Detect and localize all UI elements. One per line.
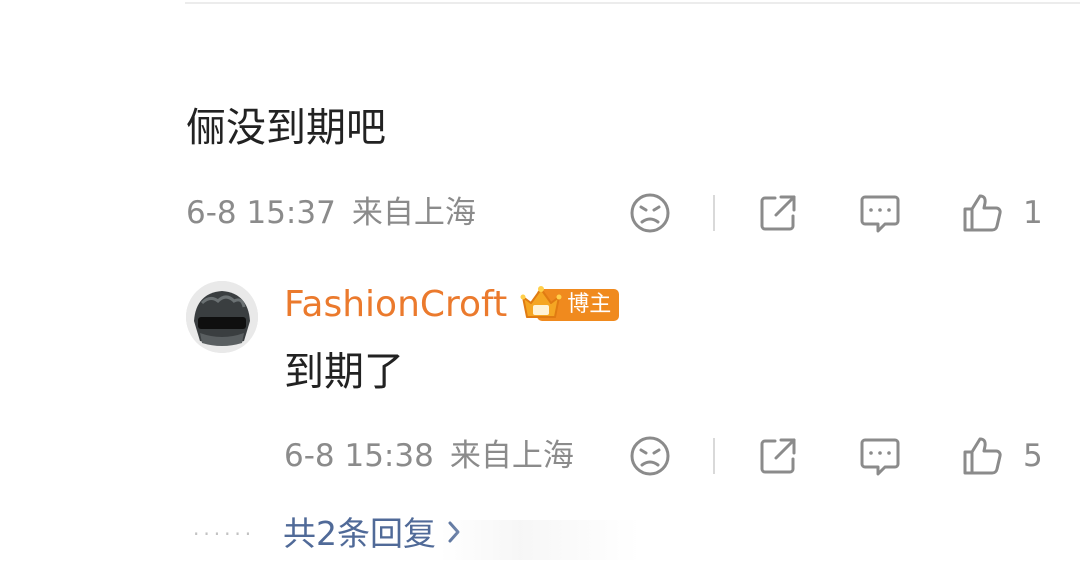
dots-divider: ······ (193, 522, 256, 546)
share-icon[interactable] (757, 192, 799, 234)
comment-text: 俪没到期吧 (186, 105, 386, 151)
reply-header: FashionCroft 博主 (284, 283, 620, 327)
more-replies-row[interactable]: ······ 共2条回复 (193, 512, 462, 556)
action-divider (713, 438, 715, 474)
dislike-face-icon[interactable] (629, 192, 671, 234)
avatar[interactable] (186, 281, 258, 353)
scroll-fade-overlay (440, 520, 640, 560)
thumbs-up-icon[interactable] (961, 192, 1003, 234)
blogger-badge: 博主 (519, 283, 620, 327)
dislike-face-icon[interactable] (629, 435, 671, 477)
reply-text: 到期了 (284, 349, 404, 395)
thumbs-up-icon[interactable] (961, 435, 1003, 477)
comment-icon[interactable] (859, 435, 901, 479)
reply-location: 来自上海 (449, 438, 574, 474)
share-icon[interactable] (757, 435, 799, 477)
crown-icon (519, 283, 563, 327)
reply-date: 6-8 15:38 (284, 438, 434, 474)
reply-like-count: 5 (1023, 438, 1043, 474)
comment-icon[interactable] (859, 192, 901, 236)
reply-meta: 6-8 15:38 来自上海 (284, 436, 574, 476)
comment-meta: 6-8 15:37 来自上海 (186, 193, 476, 233)
comment-date: 6-8 15:37 (186, 195, 336, 231)
action-divider (713, 195, 715, 231)
more-replies-link[interactable]: 共2条回复 (283, 512, 436, 556)
comment-location: 来自上海 (351, 195, 476, 231)
comment-like-count: 1 (1023, 195, 1043, 231)
top-divider (185, 2, 1080, 4)
username[interactable]: FashionCroft (284, 283, 507, 327)
